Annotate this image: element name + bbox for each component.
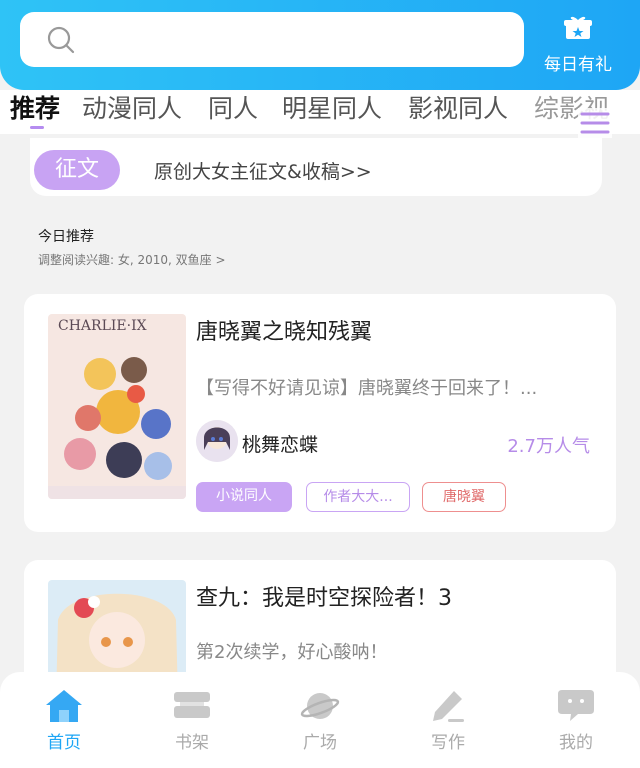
tab-recommend[interactable]: 推荐 [10, 90, 60, 128]
nav-write[interactable]: 写作 [408, 672, 488, 768]
cover-illustration: CHARLIE·IX [48, 314, 186, 499]
planet-icon [300, 693, 340, 719]
menu-icon[interactable] [578, 108, 612, 138]
tab-celebrity-fanfic[interactable]: 明星同人 [282, 90, 382, 128]
tag-author[interactable]: 作者大大... [306, 482, 410, 512]
tag-novel-fanfic[interactable]: 小说同人 [196, 482, 292, 512]
active-tab-indicator [30, 126, 44, 129]
contest-badge: 征文 [34, 150, 120, 190]
book-card[interactable]: CHARLIE·IX 唐晓翼之晓知残翼 【写得不好请见谅】唐晓翼终于回来了！..… [24, 294, 616, 532]
book-description: 【写得不好请见谅】唐晓翼终于回来了！... [196, 378, 538, 399]
book-cover[interactable]: CHARLIE·IX [48, 314, 186, 499]
top-header: 每日有礼 [0, 0, 640, 90]
interest-settings-link[interactable]: 调整阅读兴趣: 女, 2010, 双鱼座 > [38, 251, 226, 268]
gift-icon [564, 16, 592, 39]
search-input[interactable] [20, 12, 524, 67]
nav-square[interactable]: 广场 [280, 672, 360, 768]
book-title[interactable]: 唐晓翼之晓知残翼 [196, 314, 372, 346]
chat-bubble-icon [558, 690, 594, 721]
tag-character[interactable]: 唐晓翼 [422, 482, 506, 512]
category-tabs: 推荐 动漫同人 同人 明星同人 影视同人 综影视 [0, 90, 640, 134]
cover-title-text: CHARLIE·IX [58, 318, 147, 334]
nav-label: 广场 [303, 733, 337, 753]
tab-film-fanfic[interactable]: 影视同人 [408, 90, 508, 128]
home-icon [46, 690, 82, 722]
nav-profile[interactable]: 我的 [536, 672, 616, 768]
daily-gift-button[interactable]: 每日有礼 [536, 6, 620, 76]
nav-label: 书架 [175, 733, 209, 753]
section-title: 今日推荐 [38, 229, 94, 245]
contest-link-text[interactable]: 原创大女主征文&收稿>> [154, 157, 372, 184]
nav-label: 首页 [47, 733, 81, 753]
nav-label: 我的 [559, 733, 593, 753]
nav-bookshelf[interactable]: 书架 [152, 672, 232, 768]
search-icon [47, 26, 75, 54]
book-description: 第2次续学，好心酸呐！ [196, 642, 388, 663]
pen-icon [433, 691, 464, 722]
bottom-navigation: 首页 书架 广场 写作 我的 [0, 672, 640, 768]
bookshelf-icon [174, 692, 210, 718]
avatar-image [196, 420, 238, 462]
avatar[interactable] [196, 420, 238, 462]
tab-anime-fanfic[interactable]: 动漫同人 [82, 90, 182, 128]
contest-banner[interactable]: 征文 原创大女主征文&收稿>> [30, 138, 602, 196]
nav-label: 写作 [431, 733, 465, 753]
nav-home[interactable]: 首页 [24, 672, 104, 768]
book-title[interactable]: 查九：我是时空探险者！3 [196, 580, 452, 612]
tab-fanfic[interactable]: 同人 [208, 90, 258, 128]
daily-gift-label: 每日有礼 [544, 55, 612, 75]
author-name[interactable]: 桃舞恋蝶 [242, 430, 318, 457]
popularity-count: 2.7万人气 [507, 436, 590, 457]
